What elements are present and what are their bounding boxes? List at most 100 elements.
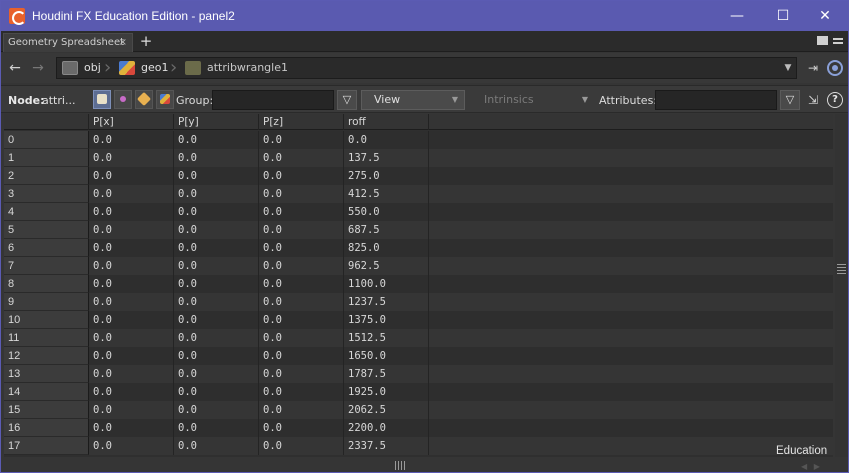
table-row[interactable]: 16 0.0 0.0 0.0 2200.0	[4, 419, 833, 437]
column-header-py[interactable]: P[y]	[174, 114, 259, 130]
close-button[interactable]: ✕	[802, 1, 848, 31]
table-row[interactable]: 3 0.0 0.0 0.0 412.5	[4, 185, 833, 203]
cell-py[interactable]: 0.0	[174, 149, 259, 167]
cell-roff[interactable]: 1650.0	[344, 347, 429, 365]
intrinsics-dropdown[interactable]: Intrinsics ▼	[471, 90, 595, 110]
cell-pz[interactable]: 0.0	[259, 419, 344, 437]
cell-pz[interactable]: 0.0	[259, 203, 344, 221]
cell-pz[interactable]: 0.0	[259, 149, 344, 167]
row-index[interactable]: 9	[4, 293, 89, 311]
table-row[interactable]: 11 0.0 0.0 0.0 1512.5	[4, 329, 833, 347]
row-index[interactable]: 15	[4, 401, 89, 419]
row-index[interactable]: 3	[4, 185, 89, 203]
row-index[interactable]: 12	[4, 347, 89, 365]
cell-pz[interactable]: 0.0	[259, 365, 344, 383]
cell-roff[interactable]: 687.5	[344, 221, 429, 239]
cell-px[interactable]: 0.0	[89, 311, 174, 329]
row-index[interactable]: 1	[4, 149, 89, 167]
cell-px[interactable]: 0.0	[89, 383, 174, 401]
cell-px[interactable]: 0.0	[89, 167, 174, 185]
cell-roff[interactable]: 412.5	[344, 185, 429, 203]
cell-roff[interactable]: 1787.5	[344, 365, 429, 383]
cell-roff[interactable]: 550.0	[344, 203, 429, 221]
table-row[interactable]: 10 0.0 0.0 0.0 1375.0	[4, 311, 833, 329]
help-icon[interactable]: ?	[827, 92, 843, 108]
cell-py[interactable]: 0.0	[174, 167, 259, 185]
cell-pz[interactable]: 0.0	[259, 437, 344, 455]
tab-close-icon[interactable]: ×	[119, 34, 127, 52]
attributes-input[interactable]	[655, 90, 777, 110]
cell-roff[interactable]: 137.5	[344, 149, 429, 167]
cell-px[interactable]: 0.0	[89, 293, 174, 311]
cell-px[interactable]: 0.0	[89, 131, 174, 149]
cell-px[interactable]: 0.0	[89, 401, 174, 419]
cell-py[interactable]: 0.0	[174, 419, 259, 437]
cell-px[interactable]: 0.0	[89, 203, 174, 221]
cell-py[interactable]: 0.0	[174, 131, 259, 149]
cell-px[interactable]: 0.0	[89, 257, 174, 275]
cell-px[interactable]: 0.0	[89, 437, 174, 455]
cell-roff[interactable]: 2337.5	[344, 437, 429, 455]
tab-geometry-spreadsheet[interactable]: Geometry Spreadsheet ×	[3, 33, 133, 52]
cell-py[interactable]: 0.0	[174, 437, 259, 455]
add-tab-button[interactable]: +	[138, 32, 154, 50]
cell-px[interactable]: 0.0	[89, 239, 174, 257]
cell-px[interactable]: 0.0	[89, 185, 174, 203]
vertices-class-button[interactable]	[114, 90, 132, 109]
cell-pz[interactable]: 0.0	[259, 239, 344, 257]
table-row[interactable]: 7 0.0 0.0 0.0 962.5	[4, 257, 833, 275]
pane-resize-grip-icon[interactable]	[837, 263, 846, 274]
cell-py[interactable]: 0.0	[174, 203, 259, 221]
row-index[interactable]: 0	[4, 131, 89, 149]
row-index[interactable]: 16	[4, 419, 89, 437]
back-arrow-icon[interactable]: ←	[6, 59, 24, 77]
row-index[interactable]: 13	[4, 365, 89, 383]
table-row[interactable]: 6 0.0 0.0 0.0 825.0	[4, 239, 833, 257]
cell-pz[interactable]: 0.0	[259, 257, 344, 275]
cell-roff[interactable]: 825.0	[344, 239, 429, 257]
cell-roff[interactable]: 1512.5	[344, 329, 429, 347]
points-class-button[interactable]	[93, 90, 111, 109]
cell-pz[interactable]: 0.0	[259, 221, 344, 239]
group-input[interactable]	[212, 90, 334, 110]
row-index[interactable]: 7	[4, 257, 89, 275]
group-filter-icon[interactable]: ▽	[337, 90, 357, 110]
cell-pz[interactable]: 0.0	[259, 131, 344, 149]
link-icon[interactable]	[827, 60, 843, 76]
attributes-filter-icon[interactable]: ▽	[780, 90, 800, 110]
cell-roff[interactable]: 0.0	[344, 131, 429, 149]
table-row[interactable]: 17 0.0 0.0 0.0 2337.5	[4, 437, 833, 455]
path-dropdown-icon[interactable]: ▼	[783, 61, 793, 75]
cell-py[interactable]: 0.0	[174, 329, 259, 347]
cell-py[interactable]: 0.0	[174, 401, 259, 419]
pin-icon[interactable]: ⇥	[805, 61, 821, 75]
breadcrumb-geo1[interactable]: geo1	[141, 58, 168, 78]
table-row[interactable]: 1 0.0 0.0 0.0 137.5	[4, 149, 833, 167]
cell-py[interactable]: 0.0	[174, 365, 259, 383]
view-dropdown[interactable]: View ▼	[361, 90, 465, 110]
cell-roff[interactable]: 1100.0	[344, 275, 429, 293]
cell-roff[interactable]: 2200.0	[344, 419, 429, 437]
horizontal-scroll-arrows-icon[interactable]: ◀ ▶	[801, 462, 822, 471]
cell-pz[interactable]: 0.0	[259, 311, 344, 329]
export-icon[interactable]: ⇲	[805, 92, 821, 108]
cell-roff[interactable]: 2062.5	[344, 401, 429, 419]
title-bar[interactable]: Houdini FX Education Edition - panel2 — …	[1, 1, 848, 31]
row-index[interactable]: 8	[4, 275, 89, 293]
cell-roff[interactable]: 962.5	[344, 257, 429, 275]
table-row[interactable]: 14 0.0 0.0 0.0 1925.0	[4, 383, 833, 401]
cell-px[interactable]: 0.0	[89, 275, 174, 293]
cell-pz[interactable]: 0.0	[259, 293, 344, 311]
cell-px[interactable]: 0.0	[89, 347, 174, 365]
table-row[interactable]: 9 0.0 0.0 0.0 1237.5	[4, 293, 833, 311]
cell-pz[interactable]: 0.0	[259, 329, 344, 347]
cell-roff[interactable]: 1237.5	[344, 293, 429, 311]
column-header-px[interactable]: P[x]	[89, 114, 174, 130]
cell-py[interactable]: 0.0	[174, 239, 259, 257]
cell-pz[interactable]: 0.0	[259, 167, 344, 185]
cell-roff[interactable]: 1375.0	[344, 311, 429, 329]
pane-menu-icon[interactable]	[833, 38, 843, 44]
cell-roff[interactable]: 275.0	[344, 167, 429, 185]
row-index[interactable]: 11	[4, 329, 89, 347]
row-index[interactable]: 2	[4, 167, 89, 185]
